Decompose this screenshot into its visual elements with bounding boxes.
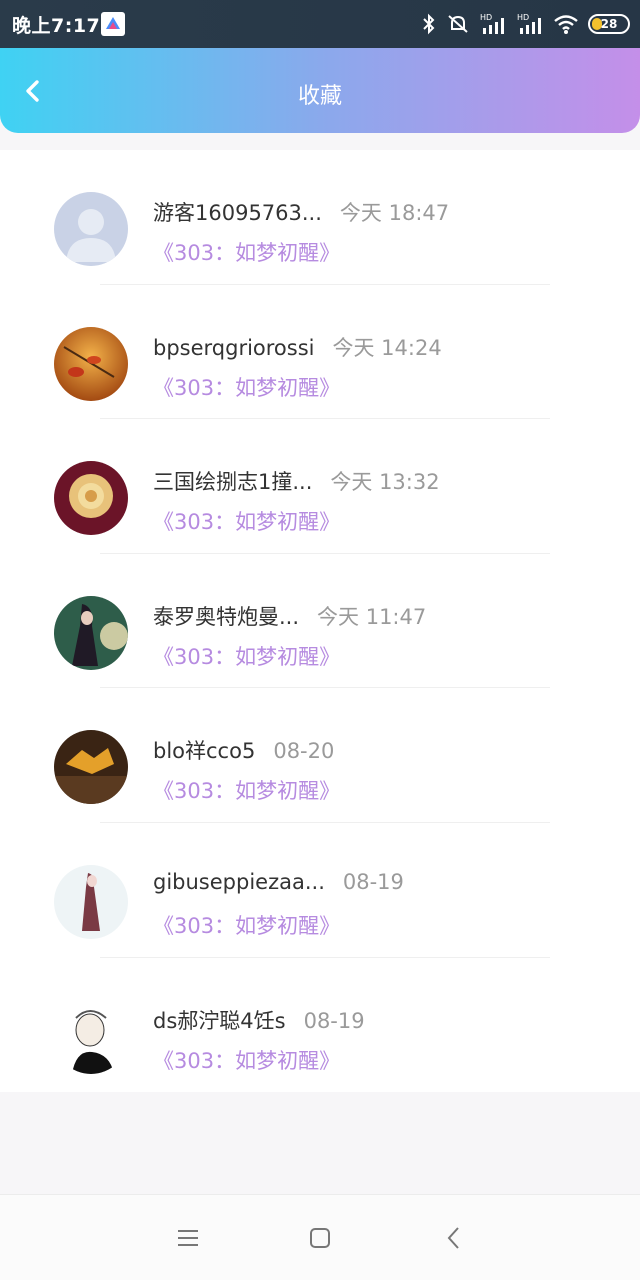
battery-level: 28 bbox=[600, 17, 618, 31]
signal-hd-icon-2: HD bbox=[517, 13, 541, 34]
list-item[interactable]: ds郝泞聪4饪s 08-19 《303：如梦初醒》 bbox=[0, 958, 640, 1093]
list-item[interactable]: bpserqgriorossi 今天 14:24 《303：如梦初醒》 bbox=[0, 285, 640, 420]
work-title[interactable]: 《303：如梦初醒》 bbox=[153, 1045, 340, 1075]
avatar[interactable] bbox=[54, 192, 128, 266]
user-name[interactable]: 游客16095763... bbox=[153, 201, 322, 225]
user-name[interactable]: 三国绘捌志1撞... bbox=[153, 470, 312, 494]
work-title[interactable]: 《303：如梦初醒》 bbox=[153, 775, 340, 805]
favorite-time: 08-20 bbox=[273, 739, 335, 764]
list-item[interactable]: 三国绘捌志1撞... 今天 13:32 《303：如梦初醒》 bbox=[0, 419, 640, 554]
favorite-time: 今天 13:32 bbox=[330, 470, 440, 495]
list-item[interactable]: 游客16095763... 今天 18:47 《303：如梦初醒》 bbox=[0, 150, 640, 285]
user-name[interactable]: 泰罗奥特炮曼... bbox=[153, 605, 299, 629]
back-icon[interactable] bbox=[441, 1225, 467, 1251]
page-title: 收藏 bbox=[297, 84, 342, 109]
work-title[interactable]: 《303：如梦初醒》 bbox=[153, 641, 340, 671]
bluetooth-icon bbox=[423, 13, 435, 35]
avatar[interactable] bbox=[54, 461, 128, 536]
signal-hd-icon: HD bbox=[480, 13, 504, 34]
menu-icon[interactable] bbox=[175, 1225, 201, 1251]
home-icon[interactable] bbox=[307, 1225, 333, 1251]
status-bar: 晚上7:17 HD HD 28 bbox=[0, 0, 640, 48]
favorite-time: 今天 11:47 bbox=[317, 604, 427, 629]
user-name[interactable]: bpserqgriorossi bbox=[153, 336, 315, 360]
work-title[interactable]: 《303：如梦初醒》 bbox=[153, 372, 340, 402]
avatar[interactable] bbox=[54, 326, 128, 401]
favorite-time: 今天 14:24 bbox=[332, 335, 442, 360]
header-bar: 收藏 bbox=[0, 48, 640, 133]
svg-text:HD: HD bbox=[517, 13, 529, 22]
favorite-time: 08-19 bbox=[342, 869, 404, 894]
list-item[interactable]: blo祥cco5 08-20 《303：如梦初醒》 bbox=[0, 688, 640, 823]
user-name[interactable]: gibuseppiezaa... bbox=[153, 870, 325, 894]
status-time: 晚上7:17 bbox=[12, 15, 101, 37]
battery-icon: 28 bbox=[588, 14, 630, 34]
work-title[interactable]: 《303：如梦初醒》 bbox=[153, 506, 340, 536]
status-icons: HD HD 28 bbox=[421, 10, 630, 38]
user-name[interactable]: ds郝泞聪4饪s bbox=[153, 1009, 286, 1033]
avatar[interactable] bbox=[54, 999, 128, 1074]
wifi-icon bbox=[554, 15, 578, 34]
work-title[interactable]: 《303：如梦初醒》 bbox=[153, 910, 340, 940]
user-name[interactable]: blo祥cco5 bbox=[153, 739, 255, 763]
system-navigation-bar bbox=[0, 1194, 640, 1280]
favorite-time: 今天 18:47 bbox=[339, 201, 450, 225]
list-item[interactable]: gibuseppiezaa... 08-19 《303：如梦初醒》 bbox=[0, 823, 640, 958]
favorites-list: 游客16095763... 今天 18:47 《303：如梦初醒》 bpserqg… bbox=[0, 150, 640, 1093]
mute-bell-icon bbox=[448, 15, 468, 33]
avatar[interactable] bbox=[54, 730, 128, 805]
avatar[interactable] bbox=[54, 595, 128, 670]
avatar[interactable] bbox=[54, 864, 128, 939]
svg-text:HD: HD bbox=[480, 13, 492, 22]
work-title[interactable]: 《303：如梦初醒》 bbox=[153, 237, 340, 267]
favorite-time: 08-19 bbox=[303, 1008, 365, 1033]
list-item[interactable]: 泰罗奥特炮曼... 今天 11:47 《303：如梦初醒》 bbox=[0, 554, 640, 689]
app-notification-icon bbox=[101, 12, 125, 36]
